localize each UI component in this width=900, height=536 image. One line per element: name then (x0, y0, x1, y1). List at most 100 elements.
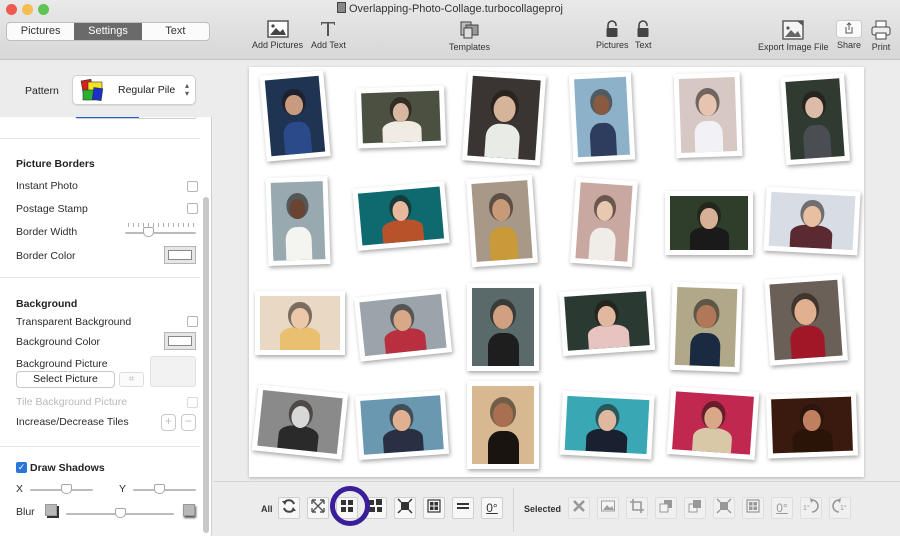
equalize-button[interactable] (452, 497, 474, 519)
tab-pictures[interactable]: Pictures (7, 23, 74, 40)
photo-woman-white-top-smiling[interactable] (265, 175, 331, 267)
rotate-cw-button[interactable]: 1° (800, 497, 822, 519)
photo-woman-glasses-curly[interactable] (669, 281, 743, 373)
border-width-slider-thumb[interactable] (143, 227, 154, 237)
send-back-button[interactable] (684, 497, 706, 519)
subject-body (588, 227, 617, 261)
add-pictures-button[interactable]: Add Pictures (252, 20, 303, 50)
reset-rotation-button[interactable]: 0° (481, 497, 503, 519)
grid-button[interactable] (336, 497, 358, 519)
photo-woman-floral-suit[interactable] (568, 71, 636, 163)
photo-woman-red-hair-teal-wall[interactable] (559, 390, 655, 460)
center-button[interactable] (423, 497, 445, 519)
crop-background-button[interactable]: ⌗ (119, 372, 144, 387)
zero-degree-icon: 0° (776, 501, 788, 515)
photo-woman-white-sweater[interactable] (461, 70, 547, 166)
shuffle-button[interactable] (278, 497, 300, 519)
sidebar-scrollbar[interactable] (203, 197, 209, 533)
photo-woman-red-hair-teal[interactable] (352, 181, 450, 251)
pattern-value: Regular Pile (118, 84, 176, 96)
draw-shadows-checkbox[interactable]: ✓ (16, 462, 27, 473)
photo-woman-redhead-lake[interactable] (354, 389, 450, 461)
picture-borders-heading: Picture Borders (16, 158, 95, 170)
divider (513, 488, 514, 532)
photo-woman-curly-hair-leather[interactable] (467, 283, 539, 371)
blur-max-icon (183, 504, 195, 516)
photo-woman-red-sweater-laughing[interactable] (764, 274, 848, 366)
photo-woman-night-bokeh[interactable] (765, 391, 859, 459)
add-text-button[interactable]: Add Text (311, 20, 346, 50)
transparent-background-checkbox[interactable] (187, 316, 198, 327)
photo-woman-black-hat[interactable] (780, 72, 850, 166)
photo-woman-hat-lake[interactable] (353, 288, 453, 362)
blur-slider-thumb[interactable] (115, 508, 126, 518)
blur-min-icon (45, 504, 57, 516)
border-color-well[interactable] (164, 246, 196, 264)
templates-button[interactable]: Templates (449, 20, 490, 52)
bring-front-button[interactable] (655, 497, 677, 519)
photo-woman-white-dress-porch[interactable] (355, 85, 447, 149)
tab-settings[interactable]: Settings (74, 23, 142, 40)
photo-woman-blue-dress[interactable] (259, 70, 331, 162)
pattern-row: Pattern Regular Pile ▴ ▾ (0, 61, 212, 117)
subject-body (586, 323, 630, 350)
remove-button[interactable] (568, 497, 590, 519)
photo-woman-black-white[interactable] (251, 384, 349, 460)
share-button[interactable]: Share (836, 20, 862, 50)
spread-button[interactable] (307, 497, 329, 519)
subject-face (291, 307, 309, 329)
photo-bride-flowers[interactable] (570, 176, 638, 268)
collage-canvas[interactable] (249, 67, 864, 477)
photo-woman-straw-hat-pink[interactable] (666, 386, 760, 460)
tile-background-checkbox[interactable] (187, 397, 198, 408)
subject-body (487, 333, 519, 366)
postage-stamp-label: Postage Stamp (16, 203, 88, 215)
shadow-x-slider-thumb[interactable] (61, 484, 72, 494)
text-t-icon (321, 22, 336, 36)
pattern-select[interactable]: Regular Pile ▴ ▾ (72, 75, 196, 105)
increase-tiles-button[interactable]: + (161, 414, 176, 431)
subject-face (595, 200, 614, 222)
select-picture-button[interactable]: Select Picture (16, 371, 115, 388)
pattern-pile-icon (80, 79, 104, 101)
photo-woman-blonde[interactable] (255, 291, 345, 355)
photo-image (359, 293, 447, 357)
print-button[interactable]: Print (871, 20, 891, 52)
replace-image-button[interactable] (597, 497, 619, 519)
photo-woman-dark-hair-embroidered[interactable] (673, 71, 743, 159)
fit-selected-button[interactable] (713, 497, 735, 519)
decrease-tiles-button[interactable]: − (181, 414, 196, 431)
photo-woman-hedge[interactable] (665, 191, 753, 255)
background-picture-well[interactable] (150, 356, 196, 387)
photo-woman-sunglasses-fence[interactable] (558, 285, 656, 357)
border-width-slider[interactable] (125, 232, 196, 234)
shadow-y-slider-thumb[interactable] (154, 484, 165, 494)
photo-woman-flower-crown[interactable] (467, 381, 539, 469)
expand-arrows-icon (310, 498, 326, 519)
app-window: Overlapping-Photo-Collage.turbocollagepr… (0, 0, 900, 536)
instant-photo-checkbox[interactable] (187, 181, 198, 192)
subject-body (382, 427, 424, 454)
tab-text[interactable]: Text (142, 23, 209, 40)
crop-icon: ⌗ (128, 374, 135, 385)
photo-woman-beanie-snow[interactable] (763, 186, 861, 256)
rotate-ccw-button[interactable]: 1° (829, 497, 851, 519)
center-selected-button[interactable] (742, 497, 764, 519)
fit-button[interactable] (394, 497, 416, 519)
postage-stamp-checkbox[interactable] (187, 203, 198, 214)
lock-pictures-button[interactable]: Pictures (596, 20, 629, 50)
lock-text-button[interactable]: Text (635, 20, 652, 50)
photo-image (471, 180, 533, 262)
background-heading: Background (16, 298, 78, 310)
photo-image (260, 296, 340, 350)
crop-button[interactable] (626, 497, 648, 519)
divider (0, 138, 200, 139)
subject-body (488, 226, 519, 261)
reset-rotation-selected-button[interactable]: 0° (771, 497, 793, 519)
grid-offset-button[interactable] (365, 497, 387, 519)
photo-woman-floral-yellow[interactable] (466, 174, 538, 268)
chevron-up-down-icon: ▴ ▾ (184, 81, 189, 98)
background-color-well[interactable] (164, 332, 196, 350)
orientation-control[interactable] (75, 117, 197, 119)
export-image-button[interactable]: Export Image File (758, 20, 829, 52)
